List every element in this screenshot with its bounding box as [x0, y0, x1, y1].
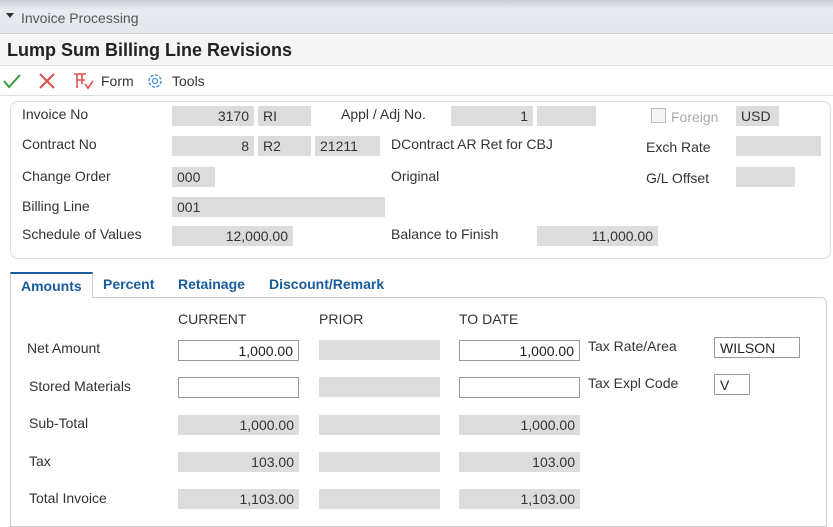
contract-description: DContract AR Ret for CBJ [391, 136, 553, 152]
billing-line-field: 001 [172, 197, 385, 217]
tab-amounts[interactable]: Amounts [10, 272, 93, 298]
stored-materials-current-input[interactable] [178, 377, 299, 398]
tax-current-field: 103.00 [178, 452, 299, 472]
gl-offset-label: G/L Offset [646, 170, 710, 186]
schedule-of-values-label: Schedule of Values [22, 226, 142, 242]
section-header[interactable]: Invoice Processing [0, 0, 833, 34]
contract-company-field: 21211 [315, 136, 380, 156]
balance-to-finish-field: 11,000.00 [537, 226, 658, 246]
gear-icon[interactable] [146, 72, 164, 90]
tab-discount-remark[interactable]: Discount/Remark [259, 272, 394, 298]
tab-percent[interactable]: Percent [93, 272, 164, 298]
column-header-prior: PRIOR [319, 311, 364, 327]
net-amount-current-input[interactable]: 1,000.00 [178, 340, 299, 361]
tab-bar: Amounts Percent Retainage Discount/Remar… [10, 272, 827, 298]
total-invoice-prior-field [319, 489, 440, 509]
contract-no-label: Contract No [22, 136, 97, 152]
gl-offset-field [736, 167, 795, 187]
stored-materials-label: Stored Materials [29, 378, 131, 394]
tax-rate-area-label: Tax Rate/Area [588, 338, 677, 354]
ok-check-icon[interactable] [3, 73, 21, 89]
tax-expl-code-input[interactable]: V [714, 374, 750, 395]
stored-materials-prior-field [319, 377, 440, 397]
page-title-bar: Lump Sum Billing Line Revisions [0, 35, 833, 66]
currency-field: USD [736, 106, 779, 126]
tax-prior-field [319, 452, 440, 472]
net-amount-prior-field [319, 340, 440, 360]
exch-rate-field [736, 136, 821, 156]
form-icon[interactable] [73, 71, 95, 91]
column-header-current: CURRENT [178, 311, 247, 327]
toolbar: Form Tools [0, 67, 833, 96]
tax-label: Tax [29, 453, 51, 469]
schedule-of-values-field: 12,000.00 [172, 226, 293, 246]
contract-no-field: 8 [172, 136, 254, 156]
tools-menu[interactable]: Tools [172, 73, 205, 89]
exch-rate-label: Exch Rate [646, 139, 711, 155]
stored-materials-to-date-input[interactable] [459, 377, 580, 398]
foreign-checkbox[interactable] [651, 108, 666, 123]
sub-total-current-field: 1,000.00 [178, 415, 299, 435]
total-invoice-to-date-field: 1,103.00 [459, 489, 580, 509]
net-amount-label: Net Amount [27, 340, 101, 356]
collapse-triangle-icon[interactable] [6, 13, 14, 18]
tax-rate-area-input[interactable]: WILSON [714, 337, 800, 358]
form-menu[interactable]: Form [101, 73, 134, 89]
appl-adj-label: Appl / Adj No. [341, 106, 426, 122]
change-order-label: Change Order [22, 168, 111, 184]
page-title: Lump Sum Billing Line Revisions [7, 40, 293, 60]
contract-type-field: R2 [258, 136, 311, 156]
change-order-field: 000 [172, 167, 215, 187]
cancel-x-icon[interactable] [38, 72, 56, 90]
section-title: Invoice Processing [21, 10, 139, 26]
total-invoice-current-field: 1,103.00 [178, 489, 299, 509]
net-amount-to-date-input[interactable]: 1,000.00 [459, 340, 580, 361]
invoice-no-label: Invoice No [22, 106, 89, 122]
foreign-label: Foreign [671, 109, 719, 125]
appl-adj-field: 1 [451, 106, 533, 126]
change-order-description: Original [391, 168, 440, 184]
sub-total-prior-field [319, 415, 440, 435]
invoice-no-field: 3170 [172, 106, 254, 126]
appl-adj-field-2 [537, 106, 596, 126]
billing-line-label: Billing Line [22, 198, 90, 214]
sub-total-to-date-field: 1,000.00 [459, 415, 580, 435]
sub-total-label: Sub-Total [29, 415, 89, 431]
total-invoice-label: Total Invoice [29, 490, 107, 506]
tab-retainage[interactable]: Retainage [168, 272, 255, 298]
column-header-to-date: TO DATE [459, 311, 519, 327]
tax-to-date-field: 103.00 [459, 452, 580, 472]
tax-expl-code-label: Tax Expl Code [588, 375, 679, 391]
invoice-type-field: RI [258, 106, 311, 126]
balance-to-finish-label: Balance to Finish [391, 226, 499, 242]
